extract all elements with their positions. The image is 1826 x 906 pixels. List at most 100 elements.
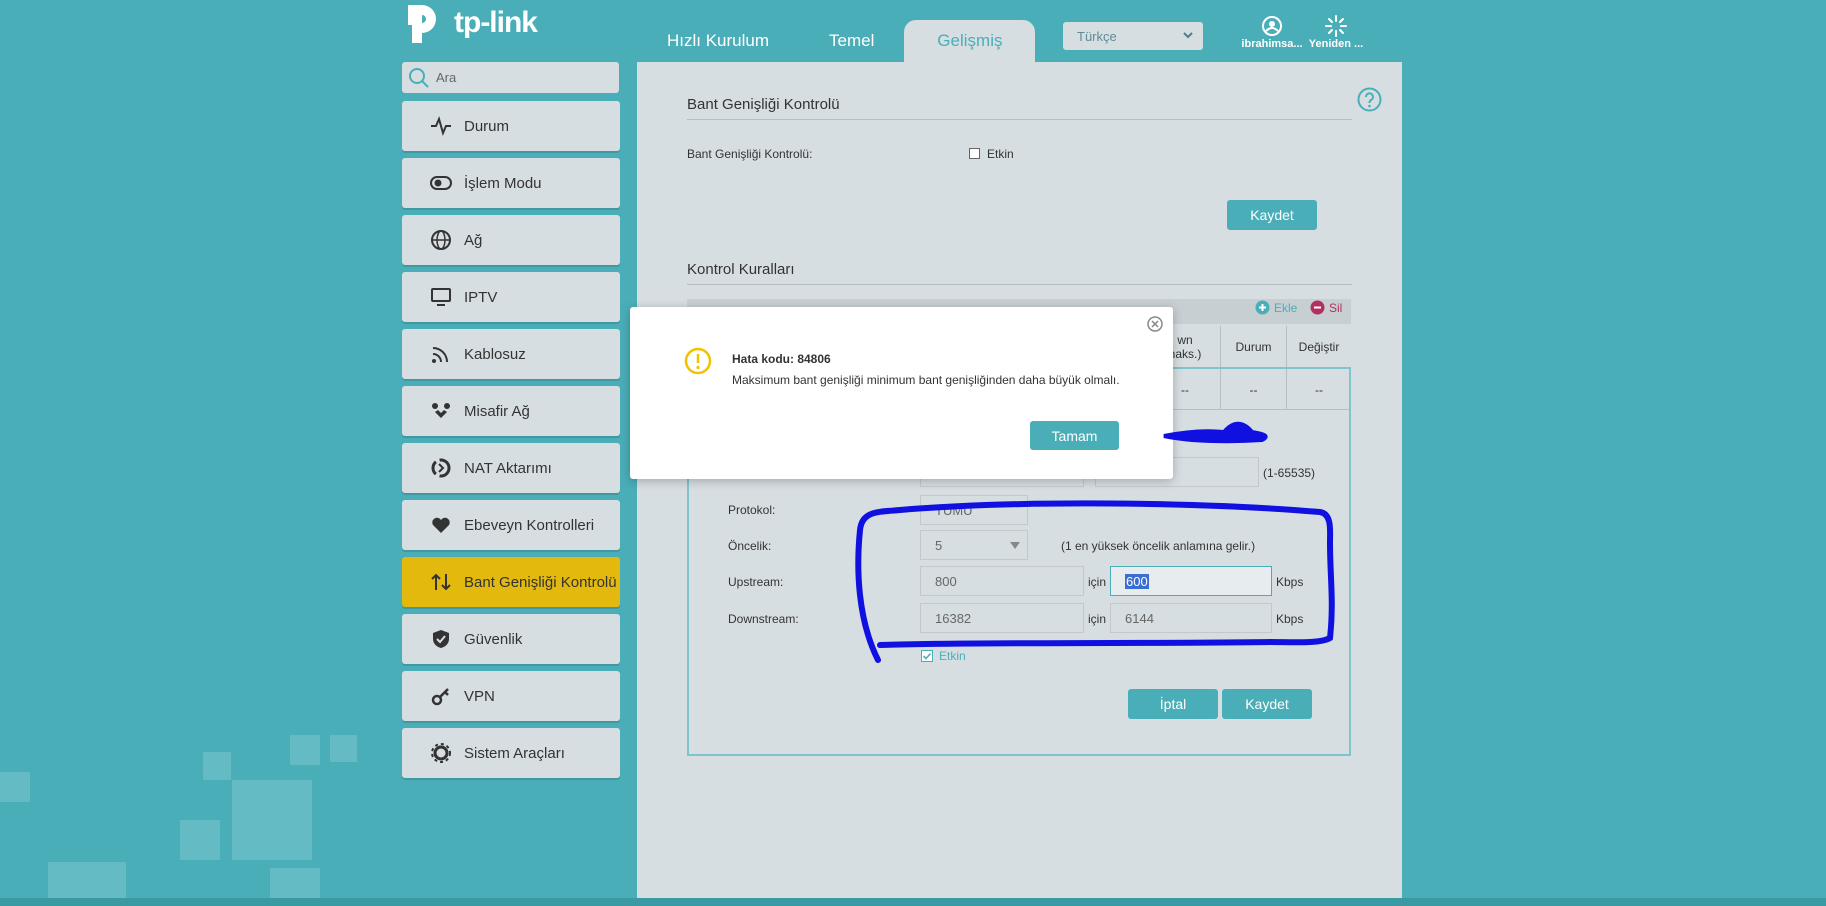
protocol-label: Protokol: <box>728 503 776 517</box>
bandwidth-control-label: Bant Genişliği Kontrolü: <box>687 147 813 161</box>
decorative-square <box>203 752 231 780</box>
sidebar-item-wireless[interactable]: Kablosuz <box>402 329 620 379</box>
downstream-min-value: 16382 <box>935 610 972 626</box>
upstream-min-input[interactable]: 800 <box>920 566 1084 596</box>
downstream-max-input[interactable]: 6144 <box>1110 603 1272 633</box>
shield-icon <box>433 630 449 648</box>
sidebar-item-guest-network[interactable]: Misafir Ağ <box>402 386 620 436</box>
rule-enabled-label: Etkin <box>939 649 966 663</box>
sidebar-item-vpn[interactable]: VPN <box>402 671 620 721</box>
column-header-modify: Değiştir <box>1286 326 1351 367</box>
ok-button[interactable]: Tamam <box>1030 421 1119 450</box>
rule-save-button[interactable]: Kaydet <box>1222 689 1312 719</box>
priority-value: 5 <box>935 537 943 553</box>
priority-hint: (1 en yüksek öncelik anlamına gelir.) <box>1061 539 1256 553</box>
wifi-icon <box>432 347 448 363</box>
brand-name: tp-link <box>454 6 538 39</box>
reboot-button[interactable]: Yeniden ... <box>1301 14 1371 50</box>
divider <box>687 119 1352 120</box>
downstream-label: Downstream: <box>728 612 799 626</box>
bandwidth-save-button[interactable]: Kaydet <box>1227 200 1317 230</box>
add-rule-button[interactable]: Ekle <box>1255 300 1297 315</box>
error-message: Maksimum bant genişliği minimum bant gen… <box>732 373 1120 387</box>
chevron-down-icon <box>1183 32 1193 39</box>
sidebar-item-label: Misafir Ağ <box>464 402 530 420</box>
search-icon <box>409 67 429 88</box>
warning-icon <box>684 347 712 375</box>
sidebar-item-label: NAT Aktarımı <box>464 459 552 477</box>
enable-checkbox[interactable] <box>969 148 980 159</box>
sidebar-item-label: Ebeveyn Kontrolleri <box>464 516 595 534</box>
globe-icon <box>431 230 451 250</box>
sidebar-item-label: Kablosuz <box>464 345 526 363</box>
guests-icon <box>432 403 450 418</box>
decorative-square <box>180 820 220 860</box>
sidebar-item-iptv[interactable]: IPTV <box>402 272 620 322</box>
error-code: Hata kodu: 84806 <box>732 352 831 366</box>
monitor-icon <box>431 288 451 306</box>
upstream-max-input[interactable]: 600 <box>1110 566 1272 596</box>
sidebar-item-parental-controls[interactable]: Ebeveyn Kontrolleri <box>402 500 620 550</box>
sidebar-item-label: IPTV <box>464 288 498 306</box>
for-label: için <box>1088 612 1107 626</box>
user-icon <box>1262 16 1282 36</box>
priority-select[interactable]: 5 <box>920 530 1028 560</box>
tp-link-logo-icon <box>408 5 436 43</box>
reboot-label: Yeniden ... <box>1308 38 1364 50</box>
error-dialog: Hata kodu: 84806 Maksimum bant genişliği… <box>630 307 1173 479</box>
sidebar-item-operation-mode[interactable]: İşlem Modu <box>402 158 620 208</box>
delete-label: Sil <box>1329 300 1343 315</box>
sidebar-item-label: Durum <box>464 117 510 135</box>
for-label: için <box>1088 575 1107 589</box>
sidebar-item-label: Sistem Araçları <box>464 744 565 762</box>
sidebar-item-network[interactable]: Ağ <box>402 215 620 265</box>
sidebar-item-bandwidth-control[interactable]: Bant Genişliği Kontrolü <box>402 557 620 607</box>
add-label: Ekle <box>1274 300 1298 315</box>
upstream-label: Upstream: <box>728 575 784 589</box>
gear-icon <box>431 743 451 763</box>
upstream-max-value: 600 <box>1125 573 1149 589</box>
decorative-square <box>330 735 357 762</box>
bottom-strip <box>0 898 1826 906</box>
tab-basic[interactable]: Temel <box>799 20 904 62</box>
sidebar-item-label: İşlem Modu <box>464 174 542 192</box>
protocol-value: TÜMÜ <box>935 502 973 518</box>
sidebar-item-nat-forwarding[interactable]: NAT Aktarımı <box>402 443 620 493</box>
pulse-icon <box>431 116 451 136</box>
chevron-down-icon <box>1010 542 1020 549</box>
tab-advanced[interactable]: Gelişmiş <box>904 20 1036 62</box>
tab-quick-setup[interactable]: Hızlı Kurulum <box>637 20 799 62</box>
delete-icon <box>1310 300 1325 315</box>
port-range-hint: (1-65535) <box>1263 466 1316 480</box>
downstream-unit: Kbps <box>1276 612 1304 626</box>
language-select[interactable]: Türkçe <box>1063 22 1203 50</box>
delete-rule-button[interactable]: Sil <box>1310 300 1342 315</box>
rule-enabled-checkbox[interactable] <box>921 650 933 662</box>
sidebar-item-label: Güvenlik <box>464 630 523 648</box>
search-placeholder: Ara <box>436 70 457 85</box>
add-icon <box>1255 300 1270 315</box>
nat-icon <box>431 458 451 478</box>
sidebar-item-system-tools[interactable]: Sistem Araçları <box>402 728 620 778</box>
close-icon[interactable] <box>1147 316 1163 332</box>
key-icon <box>431 688 449 706</box>
sidebar-item-status[interactable]: Durum <box>402 101 620 151</box>
sidebar-search-input[interactable]: Ara <box>402 62 619 93</box>
decorative-square <box>290 735 320 765</box>
upstream-min-value: 800 <box>935 573 957 589</box>
help-icon[interactable] <box>1357 87 1382 112</box>
user-label: ibrahimsa... <box>1241 38 1303 50</box>
downstream-min-input[interactable]: 16382 <box>920 603 1084 633</box>
user-button[interactable]: ibrahimsa... <box>1237 14 1307 50</box>
sidebar-item-security[interactable]: Güvenlik <box>402 614 620 664</box>
sidebar-item-label: Bant Genişliği Kontrolü <box>464 573 617 591</box>
cancel-button[interactable]: İptal <box>1128 689 1218 719</box>
brand-logo: tp-link <box>400 0 538 46</box>
main-tabs: Hızlı Kurulum Temel Gelişmiş <box>637 20 1036 62</box>
protocol-select[interactable]: TÜMÜ <box>920 495 1028 525</box>
toggle-icon <box>430 176 452 190</box>
sidebar-item-label: VPN <box>464 687 495 705</box>
decorative-square <box>0 772 30 802</box>
enable-label: Etkin <box>987 147 1014 161</box>
language-value: Türkçe <box>1077 28 1117 44</box>
